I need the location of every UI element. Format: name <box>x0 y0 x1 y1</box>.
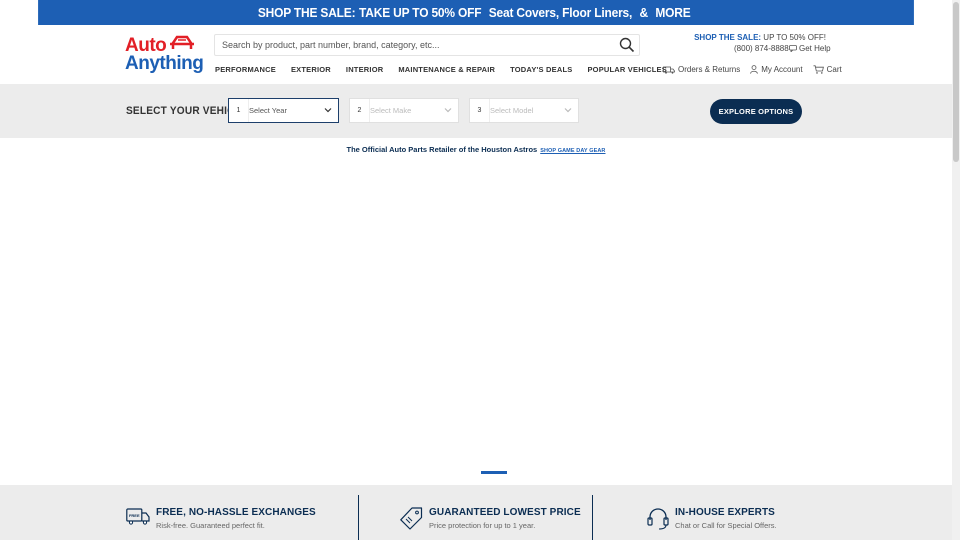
chat-bubble-icon <box>789 45 797 52</box>
year-step-number: 1 <box>229 99 249 122</box>
official-retailer-text: The Official Auto Parts Retailer of the … <box>346 145 538 154</box>
main-nav: PERFORMANCE EXTERIOR INTERIOR MAINTENANC… <box>215 65 682 74</box>
promo-sale-label: SHOP THE SALE: <box>257 5 356 20</box>
select-model-dropdown[interactable]: 3 Select Model <box>469 98 579 123</box>
get-help-label: Get Help <box>799 44 831 53</box>
page-scrollbar[interactable] <box>952 0 960 540</box>
value-prop-divider <box>358 495 359 540</box>
value-prop-lowest-price-sub: Price protection for up to 1 year. <box>429 521 536 530</box>
site-header: Auto Anything SHOP THE SALE: UP TO 50% O… <box>0 25 952 84</box>
search-box <box>214 34 640 56</box>
nav-interior[interactable]: INTERIOR <box>346 65 383 74</box>
user-icon <box>750 65 759 74</box>
value-props-bar: FREE FREE, NO-HASSLE EXCHANGES Risk-free… <box>0 485 952 540</box>
cart-label: Cart <box>826 65 842 74</box>
select-make-dropdown[interactable]: 2 Select Make <box>349 98 459 123</box>
orders-returns-link[interactable]: Orders & Returns <box>663 65 740 74</box>
value-prop-exchanges-sub: Risk-free. Guaranteed perfect fit. <box>156 521 265 530</box>
nav-performance[interactable]: PERFORMANCE <box>215 65 276 74</box>
value-prop-experts-title: IN-HOUSE EXPERTS <box>675 507 775 518</box>
chevron-down-icon <box>444 108 452 113</box>
chevron-down-icon <box>564 108 572 113</box>
logo-text-anything: Anything <box>125 53 204 74</box>
my-account-label: My Account <box>761 65 803 74</box>
explore-options-button[interactable]: EXPLORE OPTIONS <box>710 99 802 124</box>
official-retailer-notice: The Official Auto Parts Retailer of the … <box>0 145 952 154</box>
promo-banner[interactable]: SHOP THE SALE: TAKE UP TO 50% OFF Seat C… <box>38 0 914 25</box>
promo-categories: Seat Covers, Floor Liners, <box>488 5 633 20</box>
value-prop-exchanges-title: FREE, NO-HASSLE EXCHANGES <box>156 507 316 518</box>
search-input[interactable] <box>222 35 612 55</box>
free-icon-text: FREE <box>129 513 140 518</box>
chevron-down-icon <box>324 108 332 113</box>
promo-ampersand: & <box>639 5 649 20</box>
logo-car-icon <box>170 35 194 49</box>
value-prop-lowest-price-text: GUARANTEED LOWEST PRICE Price protection… <box>429 507 581 530</box>
orders-returns-label: Orders & Returns <box>678 65 741 74</box>
search-icon[interactable] <box>619 37 635 53</box>
cart-icon <box>813 65 824 74</box>
nav-popular-vehicles[interactable]: POPULAR VEHICLES <box>587 65 666 74</box>
promo-close-button[interactable]: X <box>935 3 944 18</box>
page: SHOP THE SALE: TAKE UP TO 50% OFF Seat C… <box>0 0 952 540</box>
price-tag-icon <box>400 507 423 530</box>
value-prop-experts: IN-HOUSE EXPERTS Chat or Call for Specia… <box>647 507 777 531</box>
value-prop-exchanges: FREE FREE, NO-HASSLE EXCHANGES Risk-free… <box>126 507 316 530</box>
headset-icon <box>647 508 669 530</box>
make-step-number: 2 <box>350 99 370 122</box>
promo-discount: TAKE UP TO 50% OFF <box>359 5 482 20</box>
nav-todays-deals[interactable]: TODAY'S DEALS <box>510 65 572 74</box>
value-prop-exchanges-text: FREE, NO-HASSLE EXCHANGES Risk-free. Gua… <box>156 507 316 530</box>
vehicle-selector: SELECT YOUR VEHICLE: 1 Select Year 2 Sel… <box>0 84 952 138</box>
shop-game-day-gear-link[interactable]: SHOP GAME DAY GEAR <box>540 148 605 154</box>
phone-number[interactable]: (800) 874-8888 <box>734 44 789 53</box>
select-year-dropdown[interactable]: 1 Select Year <box>228 98 339 123</box>
scrollbar-thumb[interactable] <box>953 2 959 162</box>
value-prop-experts-sub: Chat or Call for Special Offers. <box>675 521 777 530</box>
header-sale-label: SHOP THE SALE: <box>694 33 762 42</box>
delivery-truck-icon <box>663 66 675 74</box>
get-help-link[interactable]: Get Help <box>789 44 831 53</box>
model-step-number: 3 <box>470 99 490 122</box>
my-account-link[interactable]: My Account <box>750 65 803 74</box>
value-prop-lowest-price-title: GUARANTEED LOWEST PRICE <box>429 507 581 518</box>
free-shipping-truck-icon: FREE <box>126 508 150 525</box>
carousel-indicator[interactable] <box>481 471 507 474</box>
value-prop-experts-text: IN-HOUSE EXPERTS Chat or Call for Specia… <box>675 507 777 531</box>
value-prop-lowest-price: GUARANTEED LOWEST PRICE Price protection… <box>400 507 581 530</box>
value-prop-divider <box>592 495 593 540</box>
account-links: Orders & Returns My Account Cart <box>663 65 852 74</box>
nav-maintenance-repair[interactable]: MAINTENANCE & REPAIR <box>398 65 495 74</box>
site-logo[interactable]: Auto Anything <box>125 33 204 74</box>
header-sale-text[interactable]: SHOP THE SALE: UP TO 50% OFF! <box>694 33 826 42</box>
cart-link[interactable]: Cart <box>813 65 842 74</box>
promo-more: MORE <box>655 5 691 20</box>
nav-exterior[interactable]: EXTERIOR <box>291 65 331 74</box>
header-sale-value: UP TO 50% OFF! <box>761 33 826 42</box>
